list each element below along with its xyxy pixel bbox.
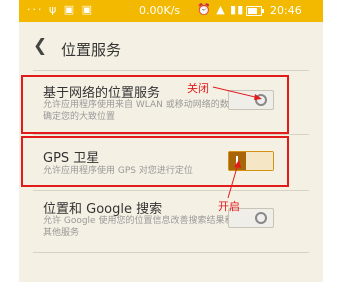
phone-screen: ··· ψ ▣ ▣ 0.00K/s ⏰ ▲ ▮▮ 20:46 ❮ 位置服务 基于…	[19, 0, 323, 282]
annotation-arrows	[212, 86, 262, 199]
